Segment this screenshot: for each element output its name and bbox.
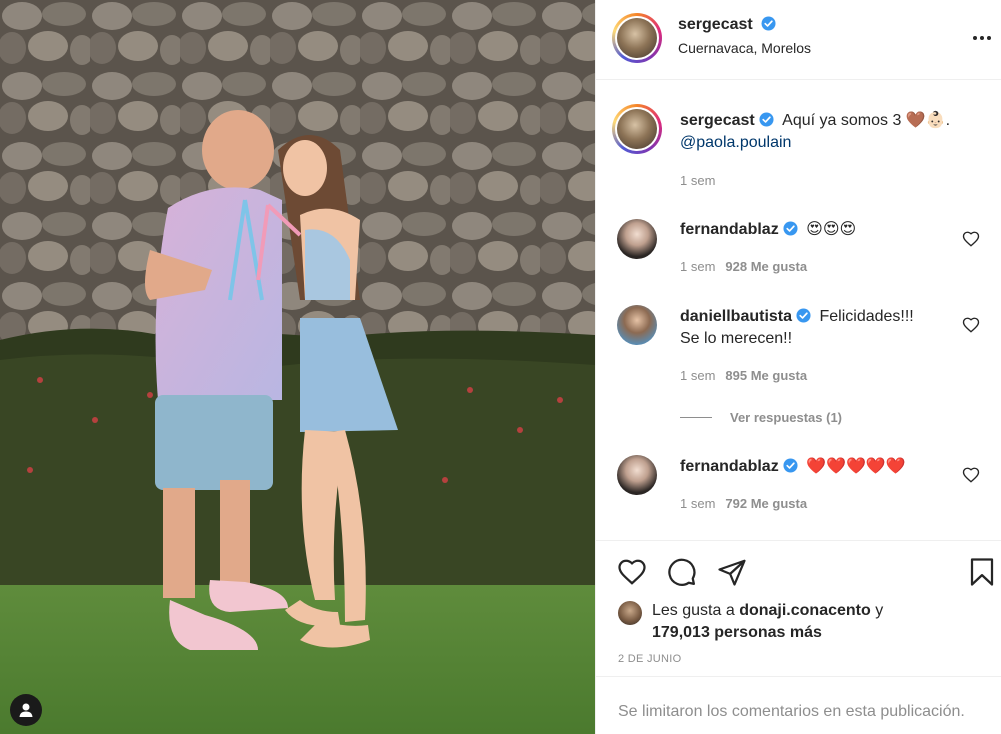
comment-text: Felicidades!!! xyxy=(819,308,914,325)
post-side-panel: sergecast Cuernavaca, Morelos sergecast … xyxy=(595,0,1001,734)
verified-badge-icon xyxy=(759,112,774,127)
heart-icon[interactable] xyxy=(617,557,647,587)
likes-prefix: Les gusta a xyxy=(652,602,735,619)
comment-meta: 1 sem 895 Me gusta xyxy=(680,368,807,383)
comment-meta: 1 sem 928 Me gusta xyxy=(680,259,807,274)
post-image xyxy=(0,0,595,734)
verified-badge-icon xyxy=(783,458,798,473)
caption: sergecast Aquí ya somos 3 🤎👶🏻. @paola.po… xyxy=(680,110,980,154)
comment-username[interactable]: daniellbautista xyxy=(680,308,792,325)
more-options-button[interactable] xyxy=(970,26,994,50)
comment-username[interactable]: fernandablaz xyxy=(680,458,779,475)
user-tag-button[interactable] xyxy=(10,694,42,726)
comment-like-heart-icon[interactable] xyxy=(962,466,980,484)
comment-2: daniellbautista Felicidades!!! Se lo mer… xyxy=(680,306,950,350)
comment-like-heart-icon[interactable] xyxy=(962,230,980,248)
likes-connector: y xyxy=(875,602,884,619)
author-username[interactable]: sergecast xyxy=(678,16,753,33)
caption-username[interactable]: sergecast xyxy=(680,112,755,129)
view-replies-button[interactable]: Ver respuestas (1) xyxy=(680,410,842,425)
comment-text-line2: Se lo merecen!! xyxy=(680,330,793,347)
comment-text: ❤️❤️❤️❤️❤️ xyxy=(806,458,906,475)
liker-avatar[interactable] xyxy=(618,601,642,625)
post-date[interactable]: 2 DE JUNIO xyxy=(618,653,682,665)
replies-divider xyxy=(680,417,712,418)
caption-avatar[interactable] xyxy=(612,104,662,154)
comment-meta: 1 sem 792 Me gusta xyxy=(680,496,807,511)
post-actions: Les gusta a donaji.conacento y 179,013 p… xyxy=(596,540,1001,676)
post-photo[interactable] xyxy=(0,0,595,734)
user-tag-icon xyxy=(19,703,33,717)
comment-icon[interactable] xyxy=(667,557,697,587)
comment-likes[interactable]: 928 Me gusta xyxy=(725,259,807,274)
verified-badge-icon xyxy=(761,16,776,31)
comment-1: fernandablaz 😍😍😍 xyxy=(680,219,950,241)
comment-avatar[interactable] xyxy=(617,219,657,259)
verified-badge-icon xyxy=(796,308,811,323)
comment-like-heart-icon[interactable] xyxy=(962,316,980,334)
comments-list: sergecast Aquí ya somos 3 🤎👶🏻. @paola.po… xyxy=(596,80,1001,540)
view-replies-label: Ver respuestas (1) xyxy=(730,410,843,425)
author-avatar[interactable] xyxy=(612,13,662,63)
more-options-icon xyxy=(973,36,991,40)
share-icon[interactable] xyxy=(717,557,747,587)
comment-time[interactable]: 1 sem xyxy=(680,496,715,511)
caption-time[interactable]: 1 sem xyxy=(680,173,715,188)
verified-badge-icon xyxy=(783,221,798,236)
bookmark-icon[interactable] xyxy=(967,557,997,587)
post-location[interactable]: Cuernavaca, Morelos xyxy=(678,40,811,56)
comment-time[interactable]: 1 sem xyxy=(680,259,715,274)
comments-limited-notice: Se limitaron los comentarios en esta pub… xyxy=(596,676,1001,734)
likes-count[interactable]: 179,013 personas más xyxy=(652,624,822,641)
post-header: sergecast Cuernavaca, Morelos xyxy=(596,0,1001,80)
caption-mention[interactable]: @paola.poulain xyxy=(680,134,791,151)
comment-avatar[interactable] xyxy=(617,305,657,345)
comment-username[interactable]: fernandablaz xyxy=(680,221,779,238)
comment-avatar[interactable] xyxy=(617,455,657,495)
liker-username[interactable]: donaji.conacento xyxy=(739,602,871,619)
comment-time[interactable]: 1 sem xyxy=(680,368,715,383)
comment-likes[interactable]: 792 Me gusta xyxy=(725,496,807,511)
comment-3: fernandablaz ❤️❤️❤️❤️❤️ xyxy=(680,456,950,478)
comment-text: 😍😍😍 xyxy=(806,221,857,238)
caption-text: Aquí ya somos 3 🤎👶🏻. xyxy=(782,112,951,129)
comment-likes[interactable]: 895 Me gusta xyxy=(725,368,807,383)
